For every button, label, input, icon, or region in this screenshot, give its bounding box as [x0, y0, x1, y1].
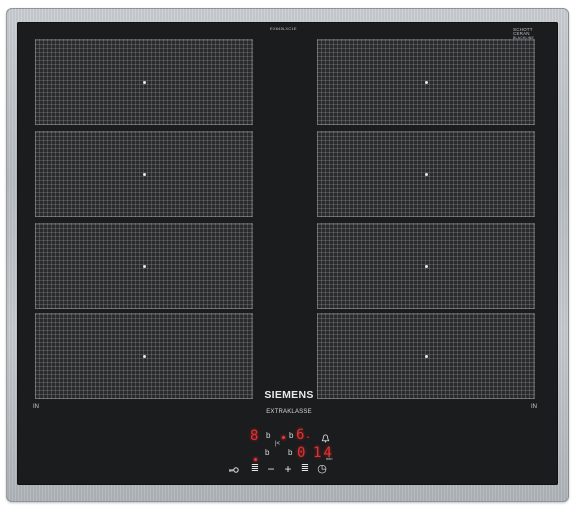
zone-center-marker	[425, 81, 428, 84]
zone-center-marker	[425, 355, 428, 358]
key-icon[interactable]	[228, 465, 240, 475]
booster-indicator: b	[266, 431, 271, 440]
zone-center-marker	[143, 355, 146, 358]
bridge-symbol: |<	[275, 441, 281, 447]
right-power-display: 6	[296, 427, 305, 443]
zone-select-left-button[interactable]: ≣	[249, 463, 261, 474]
booster-indicator: b	[288, 448, 293, 457]
zone-right-1[interactable]	[317, 39, 535, 125]
brand-logo: SIEMENS	[264, 389, 314, 401]
zone-right-4[interactable]	[317, 313, 535, 399]
zone-left-4[interactable]	[35, 313, 253, 399]
zone-left-2[interactable]	[35, 131, 253, 217]
sub-brand: EXTRAKLASSE	[266, 409, 312, 415]
left-power-display: 8	[250, 428, 259, 444]
timer-icon[interactable]: ◷	[316, 462, 328, 475]
booster-indicator: b	[265, 448, 270, 457]
zone-center-marker	[143, 173, 146, 176]
plus-button[interactable]: +	[282, 462, 294, 476]
model-code-label: EX645LXC1E	[270, 26, 297, 31]
zone-active-led	[254, 458, 257, 461]
timer-unit: min	[326, 456, 333, 461]
booster-indicator: b	[289, 431, 294, 440]
zone-center-marker	[143, 81, 146, 84]
zone-center-marker	[143, 265, 146, 268]
bell-icon[interactable]	[321, 434, 330, 443]
active-zone-dot	[282, 436, 285, 439]
zone-right-3[interactable]	[317, 223, 535, 309]
zone-select-right-button[interactable]: ≣	[299, 463, 311, 474]
zone-center-marker	[425, 173, 428, 176]
minus-button[interactable]: −	[265, 462, 277, 476]
zone-left-1[interactable]	[35, 39, 253, 125]
schott-code: BLACKLINE	[513, 36, 535, 40]
zone-right-2[interactable]	[317, 131, 535, 217]
timer-display-zero: 0	[297, 445, 306, 461]
induction-label-left: IN	[33, 404, 39, 410]
induction-label-right: IN	[531, 404, 537, 410]
zone-left-3[interactable]	[35, 223, 253, 309]
zone-center-marker	[425, 265, 428, 268]
power-dot: .	[305, 430, 312, 441]
